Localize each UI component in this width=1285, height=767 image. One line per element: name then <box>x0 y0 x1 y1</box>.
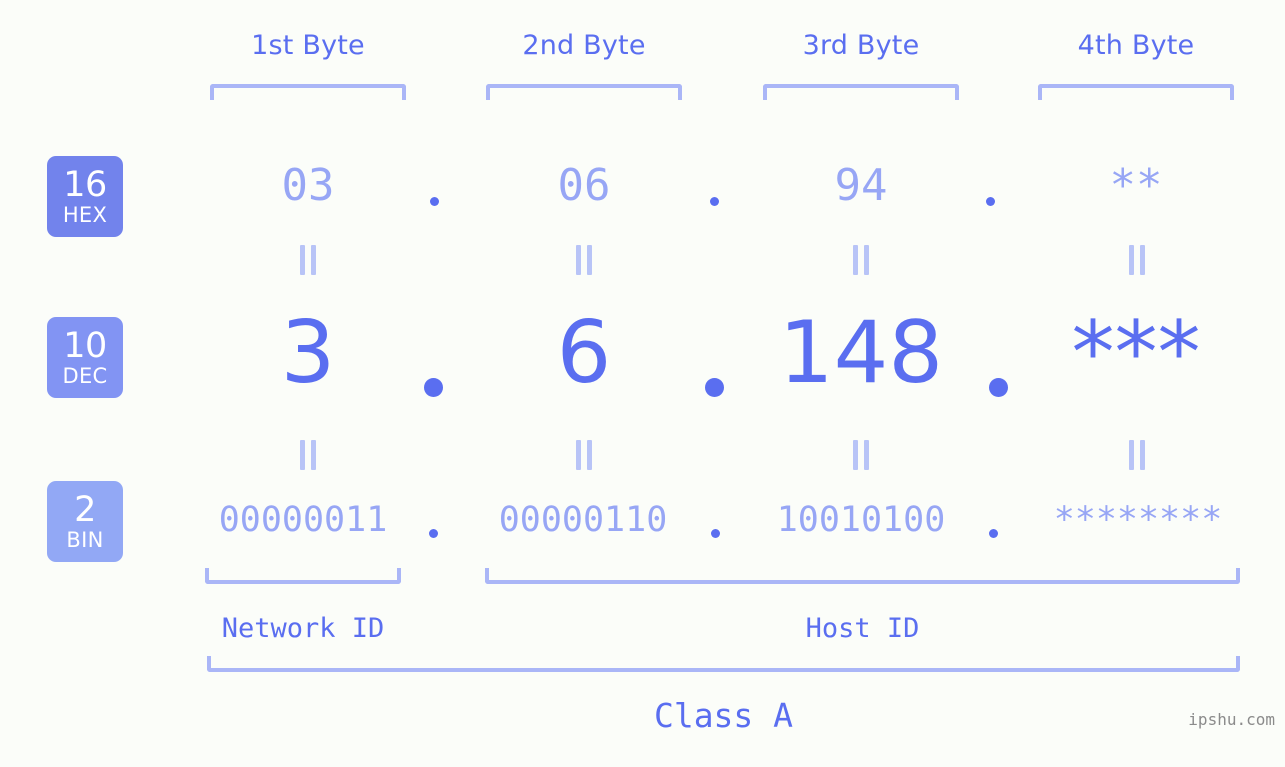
byte-column-label-3: 3rd Byte <box>802 30 920 61</box>
dec-octet-3: 148 <box>778 303 944 403</box>
network-id-bracket <box>205 568 401 584</box>
equals-symbol-dec-bin-4 <box>1126 440 1148 470</box>
dec-separator-dot-1 <box>424 378 443 397</box>
equals-symbol-dec-bin-1 <box>297 440 319 470</box>
hex-octet-4: ** <box>1109 160 1163 211</box>
hex-separator-dot-2 <box>710 197 719 206</box>
equals-symbol-hex-dec-4 <box>1126 245 1148 275</box>
byte-column-label-1: 1st Byte <box>251 30 365 61</box>
base-badge-dec-abbr: DEC <box>62 363 108 388</box>
base-badge-dec: 10 DEC <box>47 317 123 398</box>
base-badge-dec-number: 10 <box>63 325 107 366</box>
dec-octet-1: 3 <box>280 303 336 403</box>
ip-address-breakdown-diagram: 1st Byte 2nd Byte 3rd Byte 4th Byte 16 H… <box>0 0 1285 767</box>
hex-octet-3: 94 <box>834 160 888 211</box>
bin-octet-1: 00000011 <box>218 500 388 540</box>
bin-octet-4: ******** <box>1053 500 1223 540</box>
base-badge-hex-abbr: HEX <box>62 202 108 227</box>
byte-bracket-top-4 <box>1038 84 1234 100</box>
base-badge-hex-number: 16 <box>63 164 107 205</box>
equals-symbol-hex-dec-2 <box>573 245 595 275</box>
hex-separator-dot-1 <box>430 197 439 206</box>
dec-separator-dot-2 <box>705 378 724 397</box>
bin-separator-dot-2 <box>711 529 720 538</box>
network-id-label: Network ID <box>221 613 385 644</box>
bin-octet-3: 10010100 <box>776 500 946 540</box>
base-badge-bin: 2 BIN <box>47 481 123 562</box>
byte-bracket-top-1 <box>210 84 406 100</box>
hex-separator-dot-3 <box>986 197 995 206</box>
site-watermark: ipshu.com <box>1188 710 1275 729</box>
base-badge-bin-number: 2 <box>74 489 96 530</box>
bin-separator-dot-3 <box>989 529 998 538</box>
dec-octet-2: 6 <box>556 303 612 403</box>
equals-symbol-hex-dec-1 <box>297 245 319 275</box>
host-id-label: Host ID <box>805 613 920 644</box>
byte-bracket-top-3 <box>763 84 959 100</box>
bin-octet-2: 00000110 <box>498 500 668 540</box>
dec-octet-4: *** <box>1071 303 1201 403</box>
base-badge-hex: 16 HEX <box>47 156 123 237</box>
equals-symbol-dec-bin-3 <box>850 440 872 470</box>
host-id-bracket <box>485 568 1240 584</box>
byte-column-label-2: 2nd Byte <box>522 30 646 61</box>
hex-octet-1: 03 <box>281 160 335 211</box>
base-badge-bin-abbr: BIN <box>66 527 104 552</box>
bin-separator-dot-1 <box>429 529 438 538</box>
class-label: Class A <box>653 696 794 735</box>
class-bracket <box>207 656 1240 672</box>
dec-separator-dot-3 <box>989 378 1008 397</box>
byte-column-label-4: 4th Byte <box>1077 30 1195 61</box>
byte-bracket-top-2 <box>486 84 682 100</box>
equals-symbol-hex-dec-3 <box>850 245 872 275</box>
hex-octet-2: 06 <box>557 160 611 211</box>
equals-symbol-dec-bin-2 <box>573 440 595 470</box>
